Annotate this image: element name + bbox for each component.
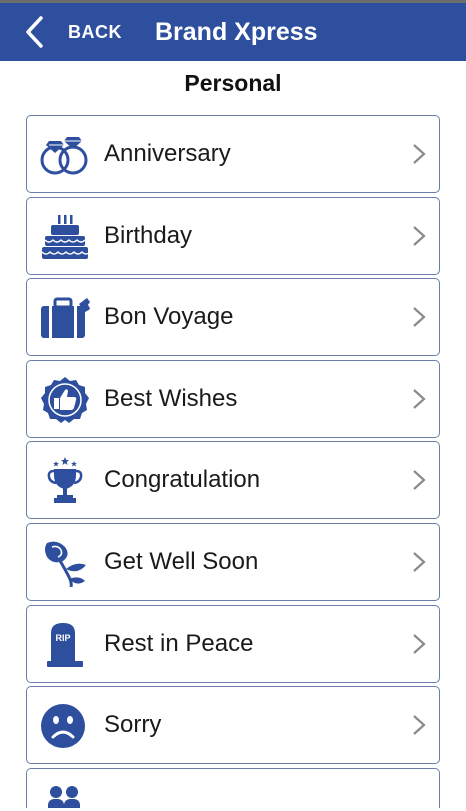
chevron-right-icon [413, 470, 426, 491]
thumbs-up-badge-icon [39, 376, 91, 424]
rings-icon [39, 131, 91, 179]
chevron-right-icon [413, 388, 426, 409]
chevron-right-icon [413, 715, 426, 735]
app-bar: BACK Brand Xpress [0, 3, 466, 61]
list-item-label: Sorry [104, 711, 162, 739]
list-item-bon-voyage[interactable]: Bon Voyage [26, 278, 440, 357]
chevron-left-icon [26, 16, 43, 48]
back-label: BACK [68, 21, 122, 42]
trophy-icon [39, 457, 91, 505]
list-item-congratulation[interactable]: Congratulation [26, 441, 440, 520]
list-item-anniversary[interactable]: Anniversary [26, 115, 440, 193]
app-title: Brand Xpress [155, 17, 318, 46]
list-item-sorry[interactable]: Sorry [26, 686, 440, 765]
list-item-get-well-soon[interactable]: Get Well Soon [26, 522, 440, 601]
suitcase-icon [39, 294, 91, 342]
list-item-label: Birthday [104, 221, 193, 249]
list-item-label: Bon Voyage [104, 303, 234, 331]
tombstone-text: RIP [55, 633, 70, 643]
chevron-right-icon [413, 225, 426, 246]
list-item-label: Congratulation [104, 466, 261, 494]
list-item-birthday[interactable]: Birthday [26, 196, 440, 275]
rose-icon [39, 539, 91, 587]
chevron-right-icon [413, 552, 426, 572]
chevron-right-icon [413, 633, 426, 654]
list-item-label: Best Wishes [104, 384, 238, 412]
list-item-label: Get Well Soon [104, 547, 259, 575]
chevron-right-icon [413, 307, 426, 328]
list-item-best-wishes[interactable]: Best Wishes [26, 359, 440, 438]
chevron-right-icon [413, 144, 426, 164]
cake-icon [39, 213, 91, 261]
sad-face-icon [39, 702, 91, 750]
list-item-label: Rest in Peace [104, 629, 254, 657]
list-item-label: Anniversary [104, 140, 231, 167]
list-item-rest-in-peace[interactable]: RIP Rest in Peace [26, 604, 440, 683]
people-icon [39, 783, 91, 808]
category-list: Anniversary Birthday Bon Voyage Best Wis… [26, 115, 440, 811]
list-item-partial[interactable] [26, 767, 440, 808]
back-button[interactable]: BACK [24, 3, 134, 61]
section-title: Personal [184, 70, 282, 96]
tombstone-icon: RIP [39, 621, 91, 669]
